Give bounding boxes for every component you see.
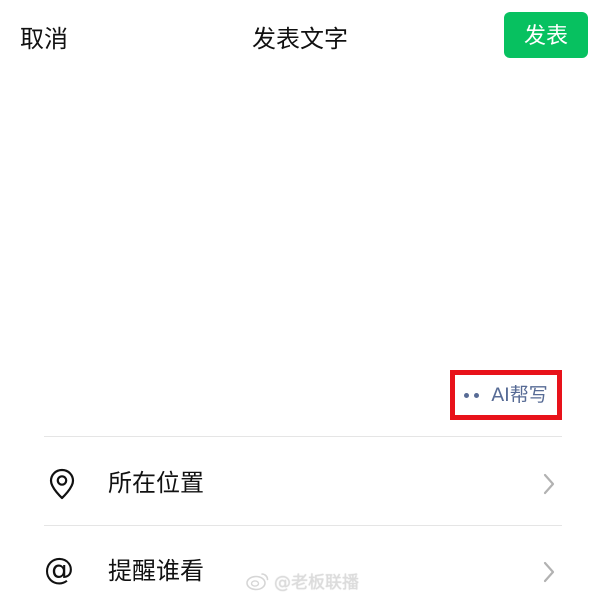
remind-option-label: 提醒谁看 [108, 557, 204, 585]
publish-button[interactable]: 发表 [504, 12, 588, 58]
at-sign-icon: @ [44, 552, 74, 587]
watermark-text: @老板联播 [274, 573, 359, 593]
location-option-label: 所在位置 [108, 469, 204, 497]
location-option[interactable]: 所在位置 [0, 440, 600, 526]
watermark: @老板联播 [246, 568, 359, 593]
chevron-right-icon [543, 561, 555, 583]
location-pin-icon [49, 468, 75, 500]
ai-dots-icon [464, 392, 480, 398]
compose-text-input[interactable] [44, 80, 562, 360]
chevron-right-icon [543, 473, 555, 495]
top-bar: 取消 发表文字 发表 [0, 0, 600, 80]
ai-help-label: AI帮写 [491, 384, 548, 406]
publish-text-screen: 取消 发表文字 发表 AI帮写 所在位置 @ 提醒谁看 @老板联播 [0, 0, 600, 600]
weibo-logo-icon [246, 572, 269, 590]
divider [44, 525, 562, 526]
ai-help-button[interactable]: AI帮写 [450, 370, 562, 420]
divider [44, 436, 562, 437]
